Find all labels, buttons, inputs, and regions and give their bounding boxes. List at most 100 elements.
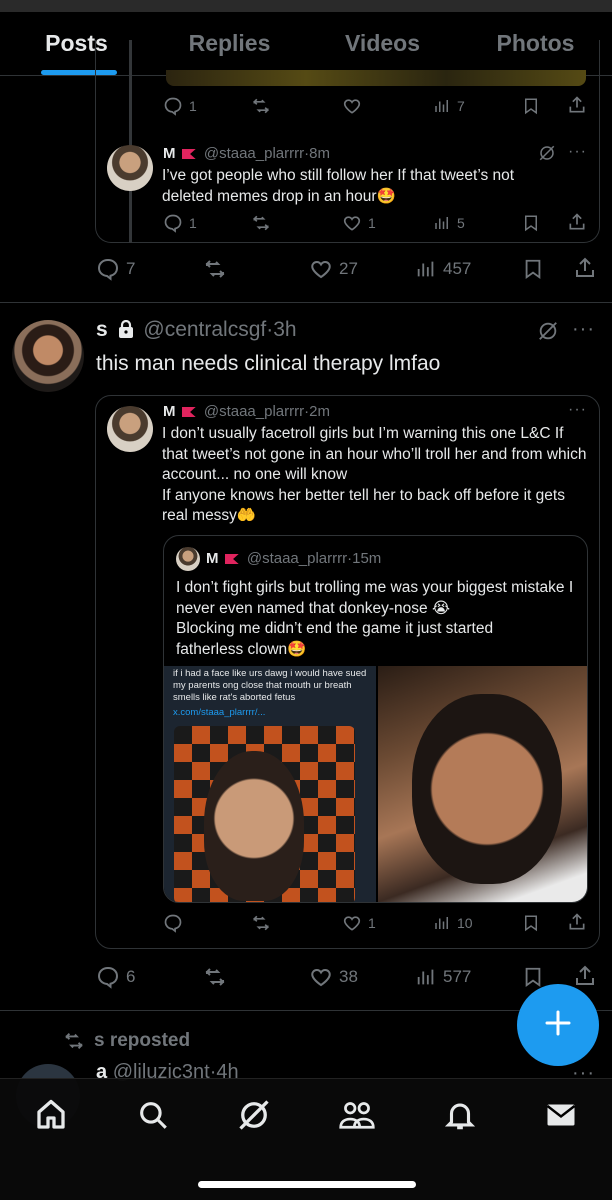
handle[interactable]: @staaa_plarrrr xyxy=(204,145,304,162)
like-button[interactable]: 27 xyxy=(309,257,358,281)
bookmark-icon xyxy=(522,965,544,989)
tweet-text: I’ve got people who still follow her If … xyxy=(162,167,515,205)
grok-icon[interactable] xyxy=(236,1097,272,1138)
avatar[interactable] xyxy=(176,547,200,571)
heart-icon xyxy=(342,213,362,233)
lock-icon xyxy=(118,319,134,344)
bookmark-button[interactable] xyxy=(522,965,544,989)
bookmark-button[interactable] xyxy=(522,257,544,281)
share-button[interactable] xyxy=(573,256,597,280)
portrait-face xyxy=(412,694,562,884)
reply-button[interactable] xyxy=(163,913,183,933)
divider xyxy=(0,302,612,303)
repost-context[interactable]: s reposted xyxy=(62,1030,190,1052)
repost-icon xyxy=(250,96,272,116)
tweet-text: I don’t fight girls but trolling me was … xyxy=(176,579,574,658)
repost-icon xyxy=(202,257,228,281)
bell-icon[interactable] xyxy=(443,1097,477,1138)
bookmark-icon xyxy=(522,213,540,233)
tweet-text: I don’t usually facetroll girls but I’m … xyxy=(162,425,587,524)
display-name[interactable]: M xyxy=(163,403,176,420)
like-button[interactable]: 1 xyxy=(342,913,376,933)
communities-icon[interactable] xyxy=(338,1097,376,1138)
bookmark-button[interactable] xyxy=(522,96,540,116)
share-button[interactable] xyxy=(567,912,587,932)
avatar[interactable] xyxy=(107,406,153,452)
views-button[interactable]: 577 xyxy=(415,965,471,989)
grok-icon[interactable] xyxy=(538,144,556,167)
repost-button[interactable] xyxy=(250,913,272,933)
reply-button[interactable]: 1 xyxy=(163,213,197,233)
views-button[interactable]: 10 xyxy=(433,913,473,933)
repost-button[interactable] xyxy=(202,965,228,989)
more-icon[interactable]: ··· xyxy=(568,401,587,419)
views-icon xyxy=(415,257,437,281)
repost-button[interactable] xyxy=(202,257,228,281)
tweet-header: M @staaa_plarrrr·8m xyxy=(163,145,330,162)
image-link[interactable]: x.com/staaa_plarrrr/... xyxy=(173,707,265,718)
reply-icon xyxy=(96,257,120,281)
timestamp[interactable]: 2m xyxy=(309,403,330,420)
views-button[interactable]: 5 xyxy=(433,213,465,233)
bookmark-icon xyxy=(522,257,544,281)
home-icon[interactable] xyxy=(33,1097,69,1138)
reply-icon xyxy=(163,96,183,116)
handle[interactable]: @staaa_plarrrr xyxy=(247,550,347,567)
views-icon xyxy=(433,96,451,116)
reply-button[interactable]: 7 xyxy=(96,257,135,281)
like-button[interactable] xyxy=(342,96,362,116)
heart-icon xyxy=(342,96,362,116)
reply-button[interactable]: 1 xyxy=(163,96,197,116)
reply-button[interactable]: 6 xyxy=(96,965,135,989)
like-button[interactable]: 1 xyxy=(342,213,376,233)
timestamp[interactable]: 8m xyxy=(309,145,330,162)
repost-button[interactable] xyxy=(250,96,272,116)
heart-icon xyxy=(342,913,362,933)
share-icon xyxy=(567,212,587,232)
more-icon[interactable]: ··· xyxy=(572,318,595,341)
mail-icon[interactable] xyxy=(543,1097,579,1138)
status-bar xyxy=(0,0,612,12)
bookmark-icon xyxy=(522,96,540,116)
avatar[interactable] xyxy=(107,145,153,191)
repost-icon xyxy=(62,1030,86,1052)
grok-icon[interactable] xyxy=(537,320,559,347)
share-button[interactable] xyxy=(567,212,587,232)
share-icon xyxy=(573,964,597,988)
tweet-header: M @staaa_plarrrr·2m xyxy=(163,403,330,420)
reply-icon xyxy=(163,913,183,933)
flag-icon xyxy=(181,149,196,160)
handle[interactable]: @staaa_plarrrr xyxy=(204,403,304,420)
like-button[interactable]: 38 xyxy=(309,965,358,989)
handle[interactable]: @centralcsgf xyxy=(143,318,266,341)
display-name[interactable]: M xyxy=(163,145,176,162)
display-name[interactable]: M xyxy=(206,550,219,567)
search-icon[interactable] xyxy=(136,1097,170,1138)
repost-button[interactable] xyxy=(250,213,272,233)
share-button[interactable] xyxy=(567,95,587,115)
timestamp[interactable]: 3h xyxy=(273,318,296,341)
tweet-header: s @centralcsgf·3h xyxy=(96,318,297,344)
timestamp[interactable]: 15m xyxy=(352,550,381,567)
bookmark-button[interactable] xyxy=(522,913,540,933)
compose-button[interactable] xyxy=(517,984,599,1066)
share-button[interactable] xyxy=(573,964,597,988)
more-icon[interactable]: ··· xyxy=(568,143,587,161)
views-button[interactable]: 7 xyxy=(433,96,465,116)
heart-icon xyxy=(309,965,333,989)
tweet-header: M @staaa_plarrrr·15m xyxy=(206,550,382,567)
share-icon xyxy=(567,95,587,115)
plus-icon xyxy=(543,1008,573,1043)
views-button[interactable]: 457 xyxy=(415,257,471,281)
share-icon xyxy=(567,912,587,932)
repost-icon xyxy=(250,213,272,233)
display-name[interactable]: s xyxy=(96,318,108,341)
bookmark-button[interactable] xyxy=(522,213,540,233)
avatar[interactable] xyxy=(12,320,84,392)
share-icon xyxy=(573,256,597,280)
tweet-text: this man needs clinical therapy lmfao xyxy=(96,352,441,375)
face-shape xyxy=(204,751,304,901)
thread-line xyxy=(129,40,132,243)
repost-icon xyxy=(250,913,272,933)
views-icon xyxy=(433,213,451,233)
